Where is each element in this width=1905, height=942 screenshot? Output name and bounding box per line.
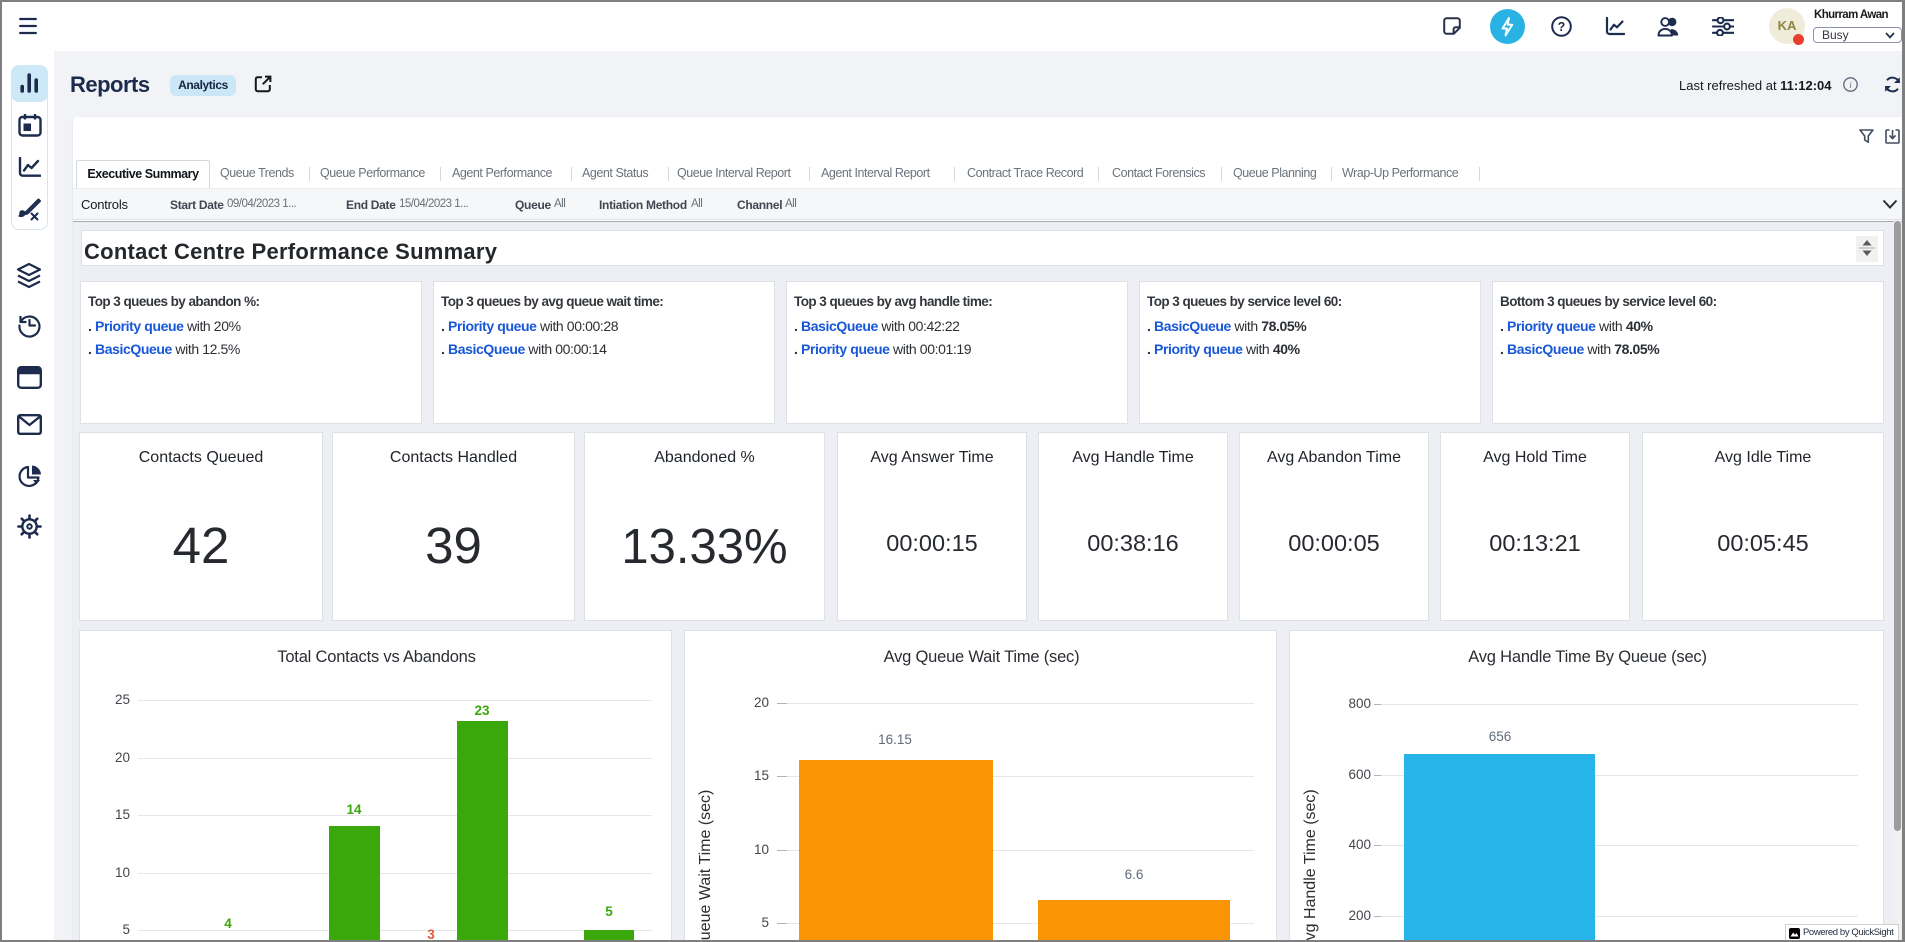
svg-text:i: i xyxy=(1849,80,1852,90)
svg-text:?: ? xyxy=(1558,20,1566,34)
